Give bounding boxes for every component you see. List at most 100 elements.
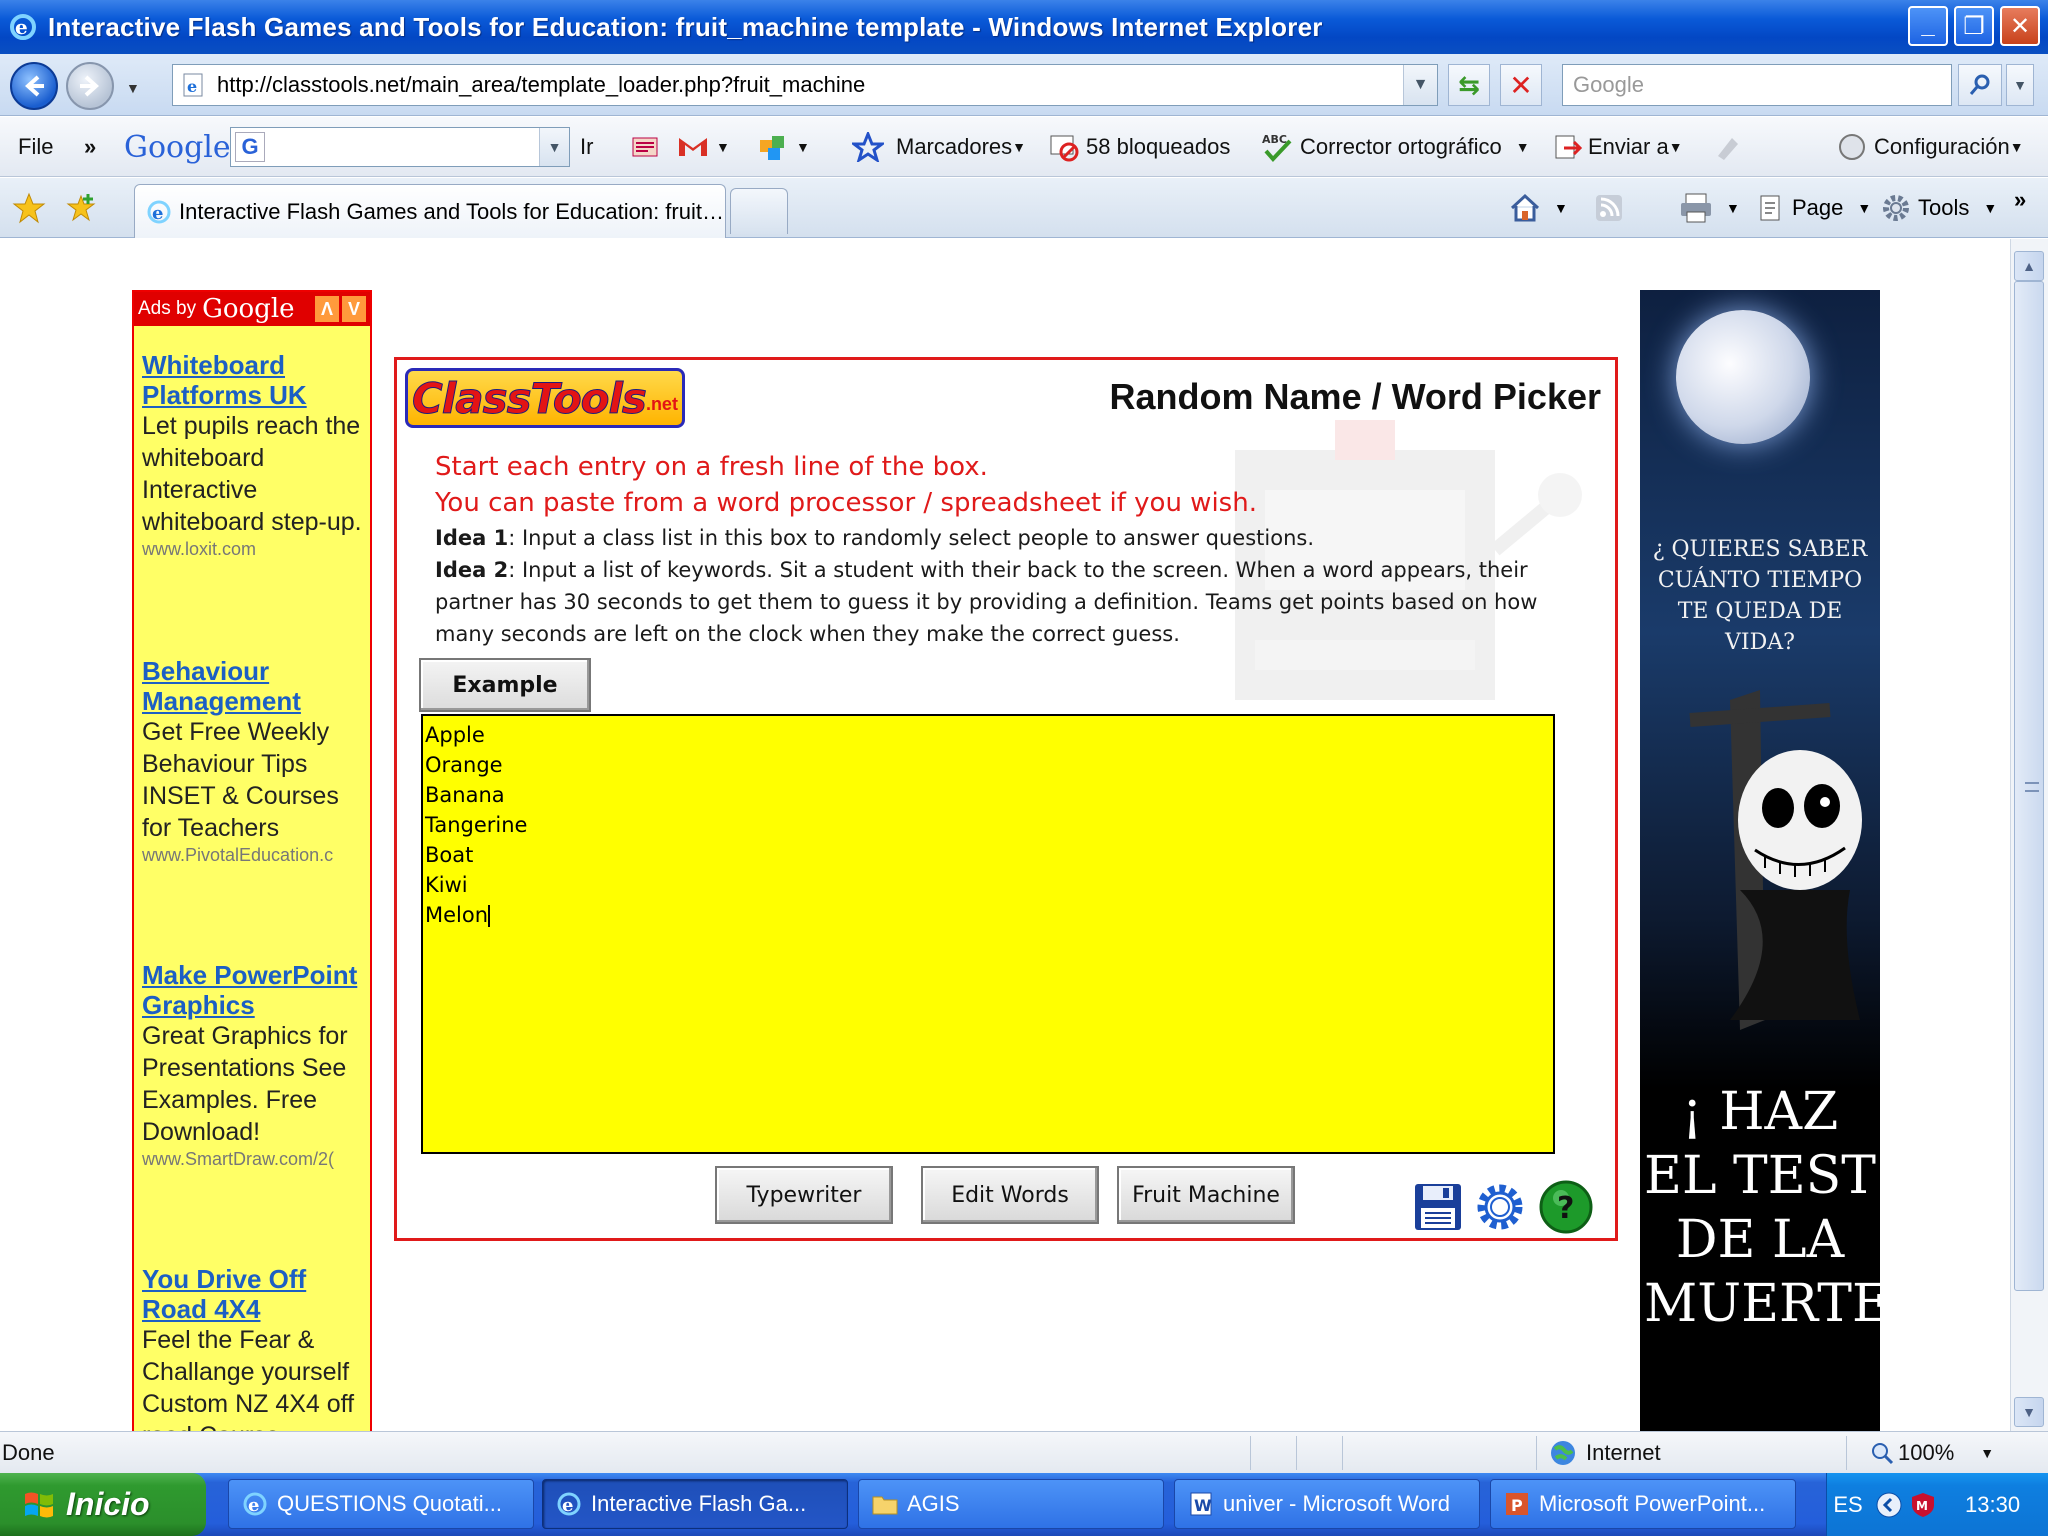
word-line: Apple [425,723,485,747]
word-list-input[interactable]: Apple Orange Banana Tangerine Boat Kiwi … [421,714,1555,1154]
typewriter-button[interactable]: Typewriter [715,1166,893,1224]
history-dropdown-icon[interactable]: ▼ [126,80,140,96]
vertical-scrollbar[interactable]: ▲ ▼ [2010,239,2048,1431]
google-g-icon[interactable]: G [235,132,265,162]
taskbar-item[interactable]: AGIS [858,1479,1164,1529]
ad-item[interactable]: Behaviour Management Get Free Weekly Beh… [142,656,368,866]
moon-icon [1676,310,1810,444]
ad-url[interactable]: www.SmartDraw.com/2( [142,1148,368,1170]
send-to-menu[interactable]: Enviar a ▼ [1552,117,1683,177]
forward-button[interactable] [66,62,114,110]
taskbar-item-label: QUESTIONS Quotati... [277,1491,502,1516]
clock[interactable]: 13:30 [1965,1473,2020,1536]
maximize-button[interactable]: ❐ [1954,6,1994,46]
ad-item[interactable]: You Drive Off Road 4X4 Feel the Fear & C… [142,1264,368,1431]
svg-text:?: ? [1557,1191,1574,1226]
ads-header[interactable]: Ads by Google Λ V [134,292,370,326]
taskbar-item-label: Microsoft PowerPoint... [1539,1491,1766,1516]
google-ads-column: Ads by Google Λ V Whiteboard Platforms U… [132,290,372,1431]
minimize-button[interactable]: _ [1908,6,1948,46]
ads-next-button[interactable]: V [342,296,366,322]
taskbar-item[interactable]: P Microsoft PowerPoint... [1490,1479,1796,1529]
edit-words-button[interactable]: Edit Words [921,1166,1099,1224]
security-zone[interactable]: Internet [1548,1432,1661,1474]
ie-icon: e [557,1492,581,1516]
svg-text:e: e [187,77,197,96]
start-label: Inicio [66,1486,150,1522]
settings-circle-icon [1839,134,1865,160]
ad-item[interactable]: Whiteboard Platforms UK Let pupils reach… [142,350,368,560]
banner-ad[interactable]: ¿ QUIERES SABER CUÁNTO TIEMPO TE QUEDA D… [1640,290,1880,1431]
google-logo: Google [124,129,231,165]
bookmarks-menu[interactable]: Marcadores ▼ [852,117,1026,177]
svg-text:W: W [1194,1496,1212,1515]
antivirus-icon[interactable]: M [1909,1473,1937,1536]
language-indicator[interactable]: ES [1827,1473,1869,1536]
google-search-dropdown-icon[interactable]: ▼ [539,128,569,166]
ad-title[interactable]: Behaviour Management [142,656,368,716]
example-button[interactable]: Example [419,658,591,712]
page-content: Ads by Google Λ V Whiteboard Platforms U… [0,239,2010,1431]
favorites-star-icon[interactable] [12,178,46,238]
mail-icons[interactable] [630,117,662,177]
scroll-up-icon[interactable]: ▲ [2014,251,2044,281]
feeds-icon[interactable] [1594,178,1624,238]
url-text[interactable]: http://classtools.net/main_area/template… [217,72,865,98]
highlight-icon[interactable] [1712,117,1742,177]
ad-title[interactable]: Make PowerPoint Graphics [142,960,368,1020]
taskbar-item-active[interactable]: e Interactive Flash Ga... [542,1479,848,1529]
gmail-icon[interactable]: ▼ [676,117,730,177]
popup-blocker[interactable]: 58 bloqueados [1048,117,1230,177]
tab-row-overflow-icon[interactable]: » [2014,170,2026,230]
stop-button[interactable]: ✕ [1500,64,1542,106]
send-icon [1555,135,1583,159]
word-line-text: Melon [425,903,489,927]
page-menu[interactable]: Page ▼ [1756,178,1871,238]
toolbar-overflow-icon[interactable]: » [84,117,96,177]
taskbar-item[interactable]: e QUESTIONS Quotati... [228,1479,534,1529]
scroll-down-icon[interactable]: ▼ [2014,1397,2044,1427]
settings-gear-icon[interactable] [1475,1182,1525,1232]
home-button[interactable]: ▼ [1508,178,1568,238]
ad-url[interactable]: www.PivotalEducation.c [142,844,368,866]
classtools-logo[interactable]: ClassTools .net [405,368,685,428]
add-favorite-icon[interactable] [64,178,98,238]
google-search-box[interactable]: G ▼ [230,127,570,167]
address-bar[interactable]: e http://classtools.net/main_area/templa… [172,64,1438,106]
search-options-dropdown-icon[interactable]: ▼ [2006,64,2034,106]
back-button[interactable] [10,62,58,110]
search-input[interactable]: Google [1562,64,1952,106]
extensions-icon[interactable]: ▼ [756,117,810,177]
ad-item[interactable]: Make PowerPoint Graphics Great Graphics … [142,960,368,1170]
ad-url[interactable]: www.loxit.com [142,538,368,560]
help-icon[interactable]: ? [1539,1180,1593,1234]
scrollbar-thumb[interactable] [2014,281,2044,1291]
fruit-machine-button[interactable]: Fruit Machine [1117,1166,1295,1224]
ie-icon: e [243,1492,267,1516]
save-icon[interactable] [1413,1182,1463,1232]
print-button[interactable]: ▼ [1678,178,1740,238]
home-icon [1510,193,1540,222]
tools-menu[interactable]: Tools ▼ [1880,178,1997,238]
address-dropdown-icon[interactable]: ▼ [1403,65,1437,105]
svg-text:ABC: ABC [1262,133,1287,146]
tab-active[interactable]: e Interactive Flash Games and Tools for … [134,184,726,238]
ad-title[interactable]: You Drive Off Road 4X4 [142,1264,368,1324]
ad-title[interactable]: Whiteboard Platforms UK [142,350,368,410]
close-button[interactable]: ✕ [2000,6,2040,46]
file-menu[interactable]: File [18,117,53,177]
start-button[interactable]: Inicio [0,1473,206,1536]
svg-text:P: P [1511,1496,1523,1515]
settings-menu[interactable]: Configuración ▼ [1836,117,2024,177]
tray-back-icon[interactable] [1875,1473,1903,1536]
search-button[interactable] [1958,64,2002,106]
skeleton-figure-icon [1689,690,1862,1030]
ads-prev-button[interactable]: Λ [315,296,339,322]
spellcheck-menu[interactable]: ABC Corrector ortográfico ▼ [1260,117,1530,177]
zoom-control[interactable]: 100% ▼ [1870,1432,1994,1474]
window-title: Interactive Flash Games and Tools for Ed… [48,11,1323,42]
refresh-button[interactable]: ⇆ [1448,64,1490,106]
taskbar-item[interactable]: W univer - Microsoft Word [1174,1479,1480,1529]
new-tab-button[interactable] [730,188,788,234]
go-button[interactable]: Ir [580,117,593,177]
